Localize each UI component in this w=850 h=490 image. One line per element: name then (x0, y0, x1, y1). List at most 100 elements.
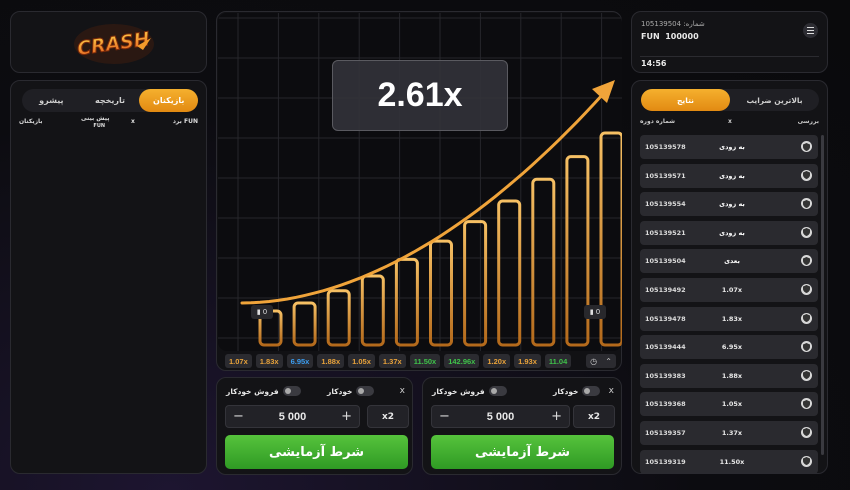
bet-amount-value[interactable]: 5 000 (487, 411, 515, 423)
auto-bet-label: خودکار (327, 386, 353, 396)
result-row[interactable]: 105139383 1.88x (640, 363, 818, 388)
result-row[interactable]: 105139571 به زودی (640, 163, 818, 188)
shield-icon[interactable] (801, 283, 812, 295)
shield-icon[interactable] (801, 141, 812, 152)
auto-sell-toggle[interactable] (282, 386, 301, 396)
round-multiplier: 1.05x (721, 400, 743, 409)
history-chip[interactable]: 6.95x (286, 354, 314, 368)
shield-icon[interactable] (801, 369, 812, 381)
col-round: شماره دوره (640, 118, 676, 125)
bet-amount-stepper[interactable]: − 5 000 + (431, 405, 570, 428)
shield-icon[interactable] (801, 169, 812, 181)
result-row[interactable]: 105139554 به زودی (640, 192, 818, 217)
result-row[interactable]: 105139357 1.37x (640, 420, 818, 445)
round-number: 105139444 (645, 343, 686, 352)
menu-icon[interactable] (803, 23, 818, 38)
chevron-up-icon[interactable]: ⌃ (605, 357, 612, 366)
shield-icon[interactable] (801, 312, 812, 324)
bet-panel-left: x خودکار فروش خودکار − 5 000 + x2 شرط آز… (216, 377, 413, 475)
round-number: 105139478 (645, 314, 686, 323)
players-panel: بازیکنان تاریخچه پیشرو برد FUN x پیش بین… (10, 80, 207, 474)
round-number: 105139383 (645, 371, 686, 380)
currency: FUN (641, 32, 660, 41)
graph-bar (360, 274, 385, 347)
history-clock-icon[interactable]: ◷ (590, 357, 597, 366)
col-player: بازیکنان (19, 118, 43, 125)
result-row[interactable]: 105139444 6.95x (640, 335, 818, 360)
shield-icon[interactable] (801, 198, 812, 210)
history-controls[interactable]: ◷ ⌃ (586, 354, 616, 368)
plus-icon[interactable]: + (551, 409, 562, 424)
shield-icon[interactable] (801, 341, 812, 353)
auto-sell-toggle-row[interactable]: فروش خودکار (432, 386, 507, 396)
history-chip[interactable]: 1.93x (514, 354, 541, 368)
tab-history[interactable]: تاریخچه (81, 89, 140, 112)
current-multiplier: 2.61x (332, 60, 508, 131)
place-bet-button[interactable]: شرط آزمایشی (431, 435, 614, 469)
history-chip[interactable]: 11.04 (544, 354, 572, 368)
graph-bar (326, 289, 351, 347)
bet-amount-stepper[interactable]: − 5 000 + (225, 405, 360, 428)
round-multiplier: به زودی (719, 171, 745, 180)
shield-icon[interactable] (801, 255, 812, 267)
bet-amount-value[interactable]: 5 000 (279, 411, 307, 423)
round-number: 105139368 (645, 400, 686, 409)
shield-icon[interactable] (801, 398, 812, 410)
results-table-header: شماره دوره x بررسی (640, 118, 819, 130)
auto-bet-toggle-row[interactable]: خودکار (327, 386, 375, 396)
result-row[interactable]: 105139368 1.05x (640, 392, 818, 417)
minus-icon[interactable]: − (439, 409, 450, 424)
history-chip[interactable]: 1.20x (483, 354, 511, 368)
place-bet-button[interactable]: شرط آزمایشی (225, 435, 408, 469)
result-row[interactable]: 105139492 1.07x (640, 277, 818, 302)
history-chip[interactable]: 142.96x (444, 354, 480, 368)
auto-sell-toggle[interactable] (488, 386, 507, 396)
double-bet-button[interactable]: x2 (367, 405, 409, 428)
auto-sell-toggle-row[interactable]: فروش خودکار (226, 386, 301, 396)
shield-icon[interactable] (801, 226, 812, 238)
auto-bet-toggle[interactable] (356, 386, 375, 396)
graph-bar (463, 220, 488, 347)
results-panel: نتایج بالاترین ضرایب شماره دوره x بررسی … (631, 80, 828, 474)
result-row[interactable]: 105139521 به زودی (640, 220, 818, 245)
history-chip[interactable]: 1.05x (348, 354, 375, 368)
result-row[interactable]: 105139578 به زودی (640, 135, 818, 159)
col-check: بررسی (797, 118, 819, 125)
balance: FUN 100000 (641, 32, 699, 41)
double-bet-button[interactable]: x2 (573, 405, 615, 428)
tab-results[interactable]: نتایج (641, 89, 730, 111)
left-zero-chip: ▮ 0 (251, 305, 273, 319)
col-win: برد FUN (172, 118, 198, 125)
shield-icon[interactable] (801, 455, 812, 467)
round-multiplier: 1.07x (721, 285, 743, 294)
history-chip[interactable]: 1.37x (378, 354, 406, 368)
tab-leaders[interactable]: پیشرو (22, 89, 81, 112)
plus-icon[interactable]: + (341, 409, 352, 424)
results-list: 105139578 به زودی 105139571 به زودی 10513955… (640, 135, 818, 473)
history-chip[interactable]: 11.50x (409, 354, 441, 368)
auto-sell-label: فروش خودکار (226, 386, 279, 396)
history-chip[interactable]: 1.88x (317, 354, 345, 368)
history-chip[interactable]: 1.83x (255, 354, 283, 368)
auto-bet-toggle-row[interactable]: خودکار (553, 386, 601, 396)
result-row[interactable]: 105139504 بعدی (640, 249, 818, 274)
tab-top-multipliers[interactable]: بالاترین ضرایب (730, 89, 819, 111)
tab-players[interactable]: بازیکنان (139, 89, 198, 112)
history-chip[interactable]: 1.07x (225, 354, 252, 368)
history-strip: 1.07x 1.83x 6.95x 1.88x 1.05x 1.37x 11.50x 142.… (225, 354, 585, 369)
game-graph-panel: 2.61x ▮ 0 ▮ 0 1.07x 1.83x 6.95x 1.88x 1.05x 1.3… (216, 11, 622, 371)
balance-value: 100000 (665, 32, 699, 41)
auto-bet-toggle[interactable] (582, 386, 601, 396)
shield-icon[interactable] (801, 426, 812, 438)
close-icon[interactable]: x (609, 386, 614, 396)
col-prediction: پیش بینی FUN (81, 115, 110, 129)
result-row[interactable]: 105139319 11.50x (640, 449, 818, 473)
minus-icon[interactable]: − (233, 409, 244, 424)
result-row[interactable]: 105139478 1.83x (640, 306, 818, 331)
results-scrollbar[interactable] (821, 135, 824, 455)
round-multiplier: به زودی (719, 228, 745, 237)
round-multiplier: 11.50x (719, 457, 745, 466)
round-multiplier: بعدی (724, 257, 740, 266)
close-icon[interactable]: x (400, 386, 405, 396)
round-multiplier: 6.95x (721, 343, 743, 352)
